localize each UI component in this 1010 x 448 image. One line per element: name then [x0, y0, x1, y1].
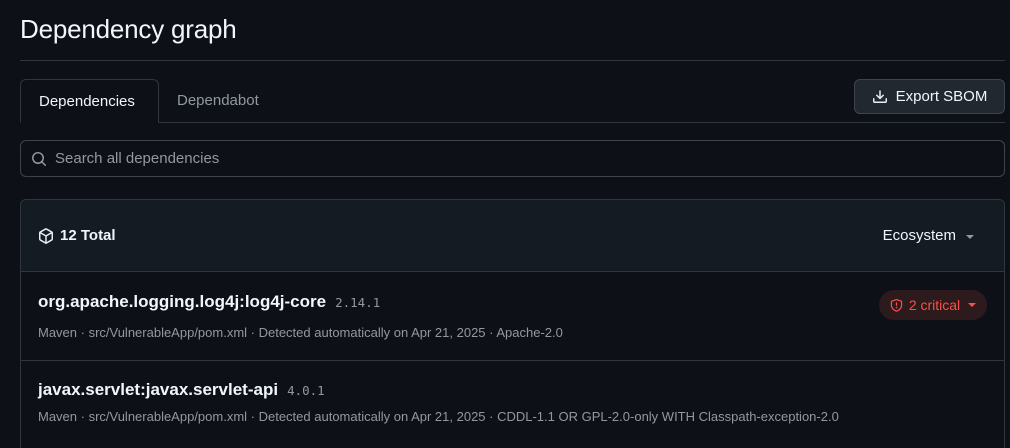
- package-meta: Maven · src/VulnerableApp/pom.xml · Dete…: [38, 325, 563, 340]
- list-header: 12 Total Ecosystem: [21, 200, 1004, 272]
- search-box: [20, 140, 1005, 177]
- total-count-label: 12 Total: [60, 227, 116, 244]
- tab-dependabot[interactable]: Dependabot: [159, 79, 277, 123]
- package-version: 4.0.1: [287, 383, 325, 398]
- export-sbom-label: Export SBOM: [895, 88, 988, 105]
- search-input[interactable]: [55, 150, 1004, 167]
- critical-alerts-badge[interactable]: 2 critical: [879, 290, 987, 320]
- chevron-down-icon: [968, 303, 977, 307]
- page-title: Dependency graph: [20, 14, 237, 44]
- search-icon: [31, 151, 47, 167]
- tab-dependencies[interactable]: Dependencies: [20, 79, 159, 123]
- shield-alert-icon: [890, 298, 903, 312]
- ecosystem-filter[interactable]: Ecosystem: [883, 200, 974, 271]
- package-title: org.apache.logging.log4j:log4j-core 2.14…: [38, 292, 380, 312]
- list-item: javax.servlet:javax.servlet-api 4.0.1 Ma…: [21, 361, 1004, 448]
- ecosystem-filter-label: Ecosystem: [882, 227, 956, 244]
- export-sbom-button[interactable]: Export SBOM: [854, 79, 1005, 114]
- list-item: org.apache.logging.log4j:log4j-core 2.14…: [21, 272, 1004, 361]
- package-version: 2.14.1: [335, 295, 381, 310]
- package-title: javax.servlet:javax.servlet-api 4.0.1: [38, 380, 325, 400]
- package-name-link[interactable]: javax.servlet:javax.servlet-api: [38, 380, 278, 400]
- package-icon: [38, 227, 54, 244]
- package-name-link[interactable]: org.apache.logging.log4j:log4j-core: [38, 292, 326, 312]
- chevron-down-icon: [966, 234, 974, 239]
- title-divider: [20, 60, 1005, 61]
- download-icon: [872, 89, 888, 105]
- critical-alerts-label: 2 critical: [908, 297, 961, 313]
- package-meta: Maven · src/VulnerableApp/pom.xml · Dete…: [38, 409, 839, 424]
- dependency-list: 12 Total Ecosystem org.apache.logging.lo…: [20, 199, 1005, 448]
- total-count: 12 Total: [38, 200, 116, 271]
